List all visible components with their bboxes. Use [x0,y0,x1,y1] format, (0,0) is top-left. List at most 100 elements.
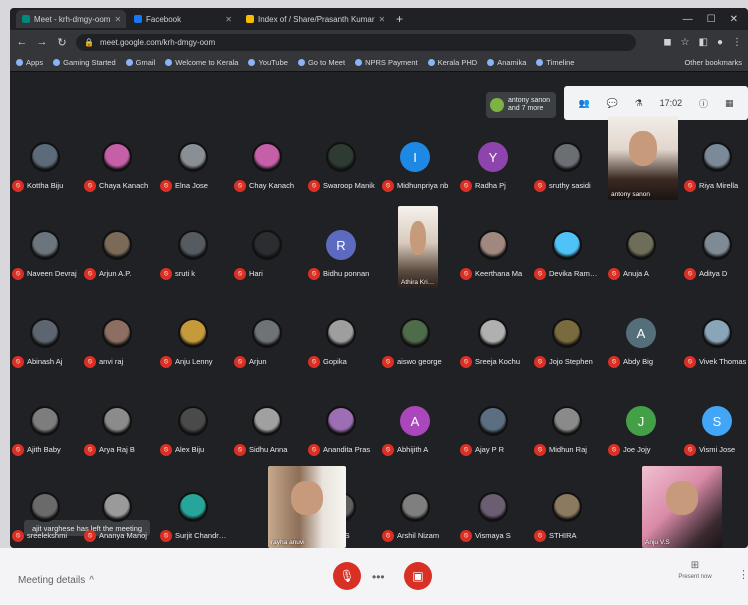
participant-tile[interactable]: ⦸ Chaya Kanach [82,134,152,202]
avatar [102,142,132,172]
participant-tile[interactable]: ⦸ Swaroop Manik [306,134,376,202]
camera-off-button[interactable]: ▣ [404,562,432,590]
participant-tile[interactable]: ⦸ Keerthana Ma [458,222,528,290]
participant-tile[interactable]: ⦸ sruti k [158,222,228,290]
participant-tile[interactable]: ⦸ STHIRA [532,484,602,548]
participant-tile[interactable]: ⦸ aiswo george [380,310,450,378]
participant-tile[interactable]: ⦸ Vismaya S [458,484,528,548]
participant-tile[interactable]: ⦸ Ajay P R [458,398,528,466]
participant-tile[interactable]: ⦸ sruthy sasidi [532,134,602,202]
video-tile[interactable]: antony sanon [608,116,678,200]
participant-tile[interactable]: ⦸ Gopika [306,310,376,378]
present-now-button[interactable]: ⊞ Present now [670,560,720,580]
close-icon[interactable]: ✕ [379,15,386,24]
participant-tile[interactable]: ⦸ Devika Ramesh [532,222,602,290]
participant-tile[interactable]: ⦸ Ajith Baby [10,398,80,466]
close-window-icon[interactable]: ✕ [730,14,738,25]
participant-tile[interactable]: ⦸ Aditya D [682,222,748,290]
participant-tile[interactable]: A ⦸ Abdy Big [606,310,676,378]
participant-tile[interactable]: ⦸ Kottha Biju [10,134,80,202]
url-text: meet.google.com/krh-dmgy-oom [99,37,216,47]
bookmark-item[interactable]: NPRS Payment [355,58,418,67]
info-icon[interactable]: ⓘ [699,97,708,110]
bookmark-item[interactable]: Anamika [487,58,526,67]
participant-tile[interactable]: ⦸ Sreeja Kochu [458,310,528,378]
participant-tile[interactable]: ⦸ Arjun [232,310,302,378]
participant-tile[interactable]: A ⦸ Abhijith A [380,398,450,466]
more-vert-icon[interactable]: ⋮ [738,568,748,581]
participant-tile[interactable]: ⦸ Surjit Chandran [158,484,228,548]
participant-tile[interactable]: ⦸ Ananya Manoj [82,484,152,548]
tab-index[interactable]: Index of / Share/Prasanth Kumar ✕ [240,10,390,28]
participant-tile[interactable]: ⦸ Midhun Raj [532,398,602,466]
participant-tile[interactable]: ⦸ Hari [232,222,302,290]
video-tile[interactable]: Athira Krishna [398,206,438,288]
bookmark-item[interactable]: Welcome to Kerala [165,58,238,67]
participant-tile[interactable]: ⦸ Chay Kanach [232,134,302,202]
meeting-details-button[interactable]: Meeting details ^ [18,575,94,586]
mic-off-button[interactable]: 🎙 [333,562,361,590]
avatar [252,230,282,260]
bookmark-item[interactable]: Timeline [536,58,574,67]
menu-icon[interactable]: ⋮ [732,37,742,48]
avatar [702,318,732,348]
bookmark-label: Anamika [497,58,527,67]
bookmark-item[interactable]: Apps [16,58,43,67]
participant-tile[interactable]: ⦸ Sidhu Anna [232,398,302,466]
avatar [178,230,208,260]
participant-tile[interactable]: ⦸ Anju Lenny [158,310,228,378]
participant-tile[interactable]: I ⦸ Midhunpriya nb [380,134,450,202]
participant-tile[interactable]: ⦸ Jojo Stephen [532,310,602,378]
camera-icon[interactable]: ◼ [663,37,671,48]
star-icon[interactable]: ☆ [681,37,690,48]
bookmark-item[interactable]: Kerala PHD [427,58,477,67]
more-options-icon[interactable]: ••• [372,570,385,584]
back-icon[interactable]: ← [16,36,28,48]
bookmark-item[interactable]: YouTube [248,58,288,67]
participant-tile[interactable]: ⦸ Abinash Aj [10,310,80,378]
address-bar[interactable]: 🔒 meet.google.com/krh-dmgy-oom [76,33,636,51]
participant-tile[interactable]: ⦸ Arya Raj B [82,398,152,466]
participant-tile[interactable]: ⦸ Riya Mirella [682,134,748,202]
new-tab-icon[interactable]: + [392,12,407,26]
activities-icon[interactable]: ⚗ [635,98,643,109]
profile-icon[interactable]: ● [717,37,723,48]
participant-tile[interactable]: ⦸ Vivek Thomas [682,310,748,378]
participant-tile[interactable]: Y ⦸ Radha Pj [458,134,528,202]
bookmark-item[interactable]: Go to Meet [297,58,345,67]
tab-meet[interactable]: Meet - krh-dmgy-oom ✕ [16,10,126,28]
chat-icon[interactable]: 💬 [607,98,618,109]
participant-tile[interactable]: R ⦸ Bidhu ponnan [306,222,376,290]
grid-icon[interactable]: ▦ [725,98,734,109]
participant-tile[interactable]: ⦸ Anandita Pras [306,398,376,466]
participant-name: Arshil Nizam [397,531,440,540]
participant-tile[interactable]: ⦸ anvi raj [82,310,152,378]
reload-icon[interactable]: ↻ [56,36,68,49]
participant-tile[interactable]: ⦸ Elna Jose [158,134,228,202]
participant-tile[interactable]: ⦸ sreelekshmi [10,484,80,548]
participant-tile[interactable]: ⦸ Anuja A [606,222,676,290]
extension-icon[interactable]: ◧ [699,37,708,48]
minimize-icon[interactable]: — [683,14,693,25]
bookmark-item[interactable]: Gaming Started [53,58,116,67]
video-tile[interactable]: Anju V.S [642,466,722,548]
other-bookmarks[interactable]: Other bookmarks [684,58,742,67]
video-tile[interactable]: rayha anuvi [268,466,346,548]
participant-tile[interactable]: ⦸ Arshil Nizam [380,484,450,548]
participant-name: Devika Ramesh [549,269,601,278]
bookmark-item[interactable]: Gmail [125,58,155,67]
bookmarks-bar: Apps Gaming Started Gmail Welcome to Kerala… [10,54,748,72]
participant-tile[interactable]: J ⦸ Joe Jojy [606,398,676,466]
maximize-icon[interactable]: ☐ [707,14,716,25]
participant-tile[interactable]: ⦸ Alex Biju [158,398,228,466]
close-icon[interactable]: ✕ [114,15,121,24]
avatar [30,318,60,348]
close-icon[interactable]: ✕ [225,15,232,24]
joined-chip[interactable]: antony sanon and 7 more [486,92,556,118]
participant-tile[interactable]: ⦸ Arjun A.P. [82,222,152,290]
participant-tile[interactable]: S ⦸ Vismi Jose [682,398,748,466]
tab-facebook[interactable]: Facebook ✕ [128,10,238,28]
people-icon[interactable]: 👥 [578,98,589,109]
forward-icon[interactable]: → [36,36,48,48]
participant-tile[interactable]: ⦸ Naveen Devraj [10,222,80,290]
